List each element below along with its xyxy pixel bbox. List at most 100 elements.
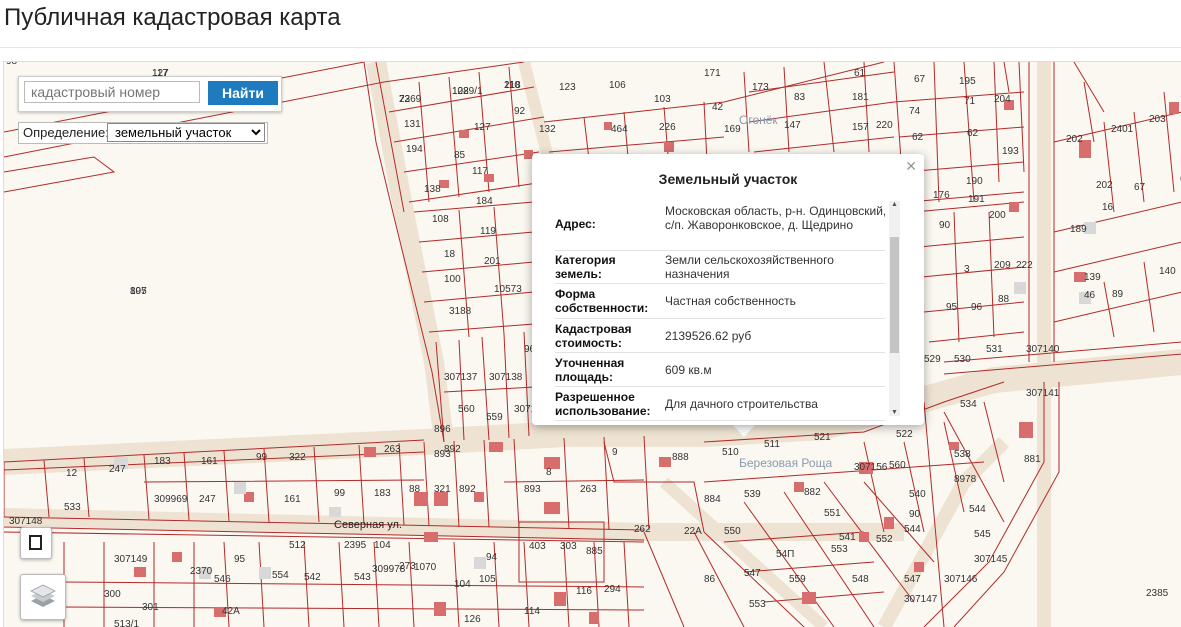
attr-key: Уточненная площадь:	[555, 356, 625, 384]
parcel-number-label: 546	[214, 574, 231, 585]
parcel-number-label: 307148	[9, 516, 43, 527]
popup-title: Земельный участок	[658, 171, 798, 187]
parcel-number-label: 273	[399, 561, 416, 572]
attr-value: Частная собственность	[665, 294, 796, 308]
parcel-number-label: 204	[994, 94, 1011, 105]
parcel-number-label: 531	[986, 344, 1003, 355]
parcel-number-label: 46	[1084, 290, 1096, 301]
definition-select[interactable]: земельный участок	[107, 123, 265, 142]
parcel-number-label: 190	[966, 176, 983, 187]
parcel-number-label: 540	[909, 489, 926, 500]
layers-button[interactable]	[20, 574, 66, 620]
parcel-number-label: 529	[924, 354, 941, 365]
parcel-number-label: 309969	[154, 494, 188, 505]
parcel-number-label: 140	[1159, 266, 1176, 277]
parcel-number-label: 538	[954, 449, 971, 460]
parcel-number-label: 300	[104, 589, 121, 600]
parcel-number-label: 554	[272, 570, 289, 581]
parcel-number-label: 464	[611, 124, 628, 135]
scroll-down-icon[interactable]: ▼	[889, 409, 900, 416]
parcel-number-label: 511	[764, 439, 780, 450]
parcel-number-label: 307147	[904, 594, 938, 605]
parcel-number-label: 117	[472, 166, 488, 177]
parcel-number-label: 262	[634, 524, 651, 535]
attr-key: Категория земель:	[555, 253, 616, 281]
parcel-number-label: 116	[576, 586, 592, 597]
parcel-number-label: 547	[744, 568, 761, 579]
parcel-number-label: 104	[454, 579, 471, 590]
parcel-number-label: 195	[959, 76, 976, 87]
parcel-number-label: 62	[967, 128, 979, 139]
parcel-number-label: 98	[6, 62, 18, 67]
parcel-number-label: 42	[712, 102, 724, 113]
parcel-number-label: 263	[580, 484, 597, 495]
parcel-number-label: 307138	[489, 372, 523, 383]
parcel-number-label: 103	[654, 94, 671, 105]
parcel-number-label: 123	[559, 82, 576, 93]
parcel-number-label: 8978	[954, 474, 977, 485]
map-view[interactable]: 127 105 72 128 218 123 106 103 171 173 61 67 195 204 1…	[3, 61, 1181, 627]
parcel-number-label: 161	[284, 494, 301, 505]
parcel-number-label: 307140	[1026, 344, 1060, 355]
parcel-number-label: 95	[946, 302, 958, 313]
parcel-number-label: 99	[334, 488, 346, 499]
layers-icon	[30, 584, 56, 607]
parcel-number-label: 544	[904, 524, 921, 535]
parcel-number-label: 127	[474, 122, 491, 133]
parcel-number-label: 10573	[494, 284, 522, 295]
parcel-number-label: 553	[831, 544, 848, 555]
parcel-number-label: 892	[459, 484, 476, 495]
place-label-berezovaya-roshcha: Березовая Роща	[739, 456, 832, 470]
close-icon[interactable]: ✕	[905, 158, 917, 175]
attr-row-ownership: Форма собственности: Частная собственнос…	[555, 284, 885, 319]
parcel-number-label: 94	[486, 552, 498, 563]
parcel-number-label: 200	[989, 210, 1006, 221]
parcel-number-label: 106	[609, 80, 626, 91]
attr-key: Разрешенное использование:	[555, 390, 651, 418]
parcel-number-label: 294	[604, 584, 621, 595]
parcel-number-label: 545	[974, 529, 991, 540]
parcel-number-label: 202	[1066, 134, 1083, 145]
popup-pointer	[732, 424, 756, 437]
parcel-number-label: 307149	[114, 554, 148, 565]
attr-row-permitted-use: Разрешенное использование: Для дачного с…	[555, 387, 885, 421]
parcel-number-label: 263	[384, 444, 401, 455]
find-button[interactable]: Найти	[208, 81, 278, 105]
scroll-up-icon[interactable]: ▲	[889, 201, 900, 208]
parcel-number-label: 176	[933, 190, 950, 201]
parcel-number-label: 885	[586, 546, 603, 557]
parcel-number-label: 884	[704, 494, 721, 505]
parcel-number-label: 67	[914, 74, 926, 85]
parcel-number-label: 226	[659, 122, 676, 133]
parcel-number-label: 99	[256, 452, 268, 463]
parcel-number-label: 90	[909, 509, 921, 520]
definition-label: Определение:	[23, 125, 109, 140]
parcel-number-label: 67	[1134, 182, 1146, 193]
parcel-number-label: 897	[130, 286, 147, 297]
parcel-attributes: Адрес: Московская область, р-н. Одинцовс…	[555, 202, 886, 421]
parcel-number-label: 71	[964, 96, 976, 107]
cadastral-number-input[interactable]	[24, 81, 200, 103]
attr-value: 2139526.62 руб	[665, 329, 752, 343]
parcel-number-label: 184	[476, 196, 493, 207]
parcel-number-label: 2395	[344, 540, 367, 551]
parcel-number-label: 105	[479, 574, 496, 585]
parcel-number-label: 88	[409, 484, 421, 495]
parcel-number-label: 147	[784, 120, 801, 131]
parcel-number-label: 547	[904, 574, 921, 585]
parcel-number-label: 247	[199, 494, 216, 505]
ruler-tool-button[interactable]	[20, 527, 52, 559]
parcel-number-label: 530	[954, 354, 971, 365]
parcel-number-label: 2369	[399, 94, 422, 105]
scroll-thumb[interactable]	[890, 237, 899, 353]
parcel-number-label: 100	[444, 274, 461, 285]
parcel-number-label: 893	[524, 484, 541, 495]
popup-scrollbar[interactable]: ▲ ▼	[889, 201, 900, 416]
attr-value: Земли сельскохозяйственного назначения	[665, 253, 834, 281]
parcel-number-label: 126	[464, 614, 481, 625]
parcel-number-label: 543	[354, 572, 371, 583]
street-label: Северная ул.	[334, 519, 402, 531]
parcel-number-label: 220	[876, 120, 893, 131]
parcel-number-label: 16	[1102, 202, 1114, 213]
parcel-number-label: 888	[672, 452, 689, 463]
